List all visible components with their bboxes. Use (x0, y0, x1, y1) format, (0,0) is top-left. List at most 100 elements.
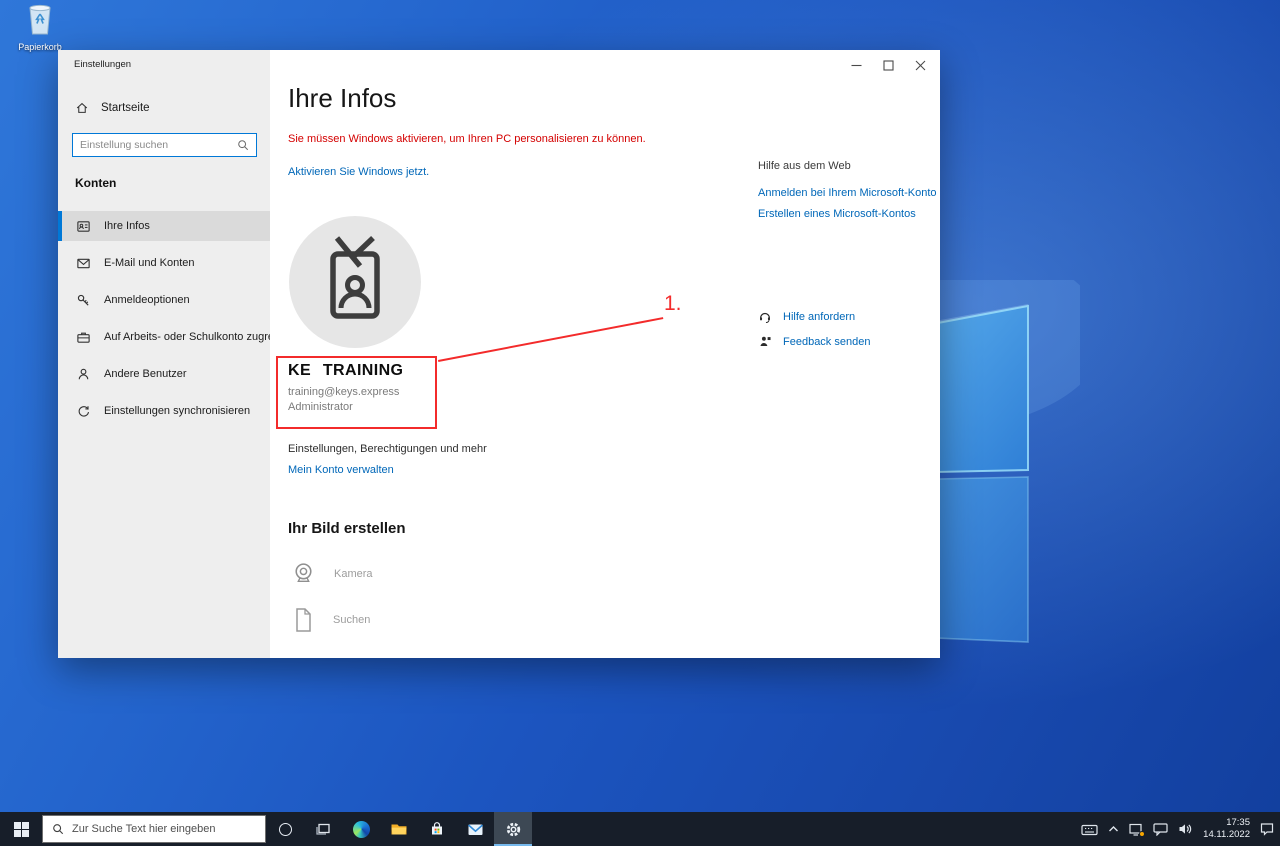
briefcase-icon (76, 330, 91, 345)
volume-button[interactable] (1178, 822, 1193, 836)
browse-file-icon (296, 608, 311, 632)
edge-icon (352, 820, 370, 838)
file-explorer-button[interactable] (380, 812, 418, 846)
cortana-button[interactable] (266, 812, 304, 846)
camera-label: Kamera (334, 567, 373, 580)
cortana-icon (278, 822, 292, 836)
sidebar-item-label: Anmeldeoptionen (104, 294, 190, 306)
clock-time: 17:35 (1226, 816, 1250, 828)
close-button[interactable] (904, 54, 936, 76)
sidebar-item-startseite[interactable]: Startseite (75, 101, 150, 115)
minimize-icon (851, 64, 861, 66)
chevron-up-icon (1109, 826, 1119, 832)
camera-icon (295, 563, 312, 582)
sidebar-item-andere-benutzer[interactable]: Andere Benutzer (58, 359, 270, 389)
desktop: Papierkorb Einstellungen Startseite Eins… (0, 0, 1280, 846)
feedback-icon (758, 335, 772, 348)
activate-windows-link[interactable]: Aktivieren Sie Windows jetzt. (288, 166, 429, 178)
settings-sidebar: Startseite Konten (58, 50, 292, 658)
minimize-button[interactable] (840, 54, 872, 76)
clock-date: 14.11.2022 (1203, 829, 1250, 840)
search-icon (53, 824, 64, 835)
start-button[interactable] (0, 812, 42, 846)
speaker-icon (1179, 824, 1192, 834)
sidebar-item-arbeits-schulkonto[interactable]: Auf Arbeits- oder Schulkonto zugreifen (58, 322, 292, 352)
hidden-icons-button[interactable] (1108, 825, 1119, 833)
sidebar-item-label: Auf Arbeits- oder Schulkonto zugreifen (104, 331, 292, 343)
key-icon (76, 293, 91, 308)
browse-option[interactable]: Suchen (290, 606, 370, 634)
chat-bubble-icon (1153, 823, 1168, 836)
touch-keyboard-icon (1081, 824, 1098, 835)
manage-account-link[interactable]: Mein Konto verwalten (288, 464, 394, 476)
user-icon (76, 367, 91, 382)
task-view-icon (316, 823, 330, 835)
page-title: Ihre Infos (288, 83, 397, 113)
sidebar-item-label: Andere Benutzer (104, 368, 187, 380)
taskbar-spacer (532, 812, 1081, 846)
recycle-bin-desktop-icon[interactable]: Papierkorb (14, 0, 66, 52)
system-tray: 17:35 14.11.2022 (1081, 812, 1280, 846)
settings-content: Ihre Infos Sie müssen Windows aktivieren… (270, 50, 940, 658)
sidebar-item-anmeldeoptionen[interactable]: Anmeldeoptionen (58, 285, 270, 315)
sidebar-home-label: Startseite (101, 102, 150, 114)
create-microsoft-account-link[interactable]: Erstellen eines Microsoft-Kontos (758, 208, 916, 220)
edge-button[interactable] (342, 812, 380, 846)
id-badge-icon (76, 219, 91, 234)
chat-button[interactable] (1153, 822, 1168, 836)
task-view-button[interactable] (304, 812, 342, 846)
sidebar-item-email-und-konten[interactable]: E-Mail und Konten (58, 248, 270, 278)
signin-microsoft-account-link[interactable]: Anmelden bei Ihrem Microsoft-Konto (758, 187, 937, 199)
get-help-label[interactable]: Hilfe anfordern (783, 311, 855, 323)
maximize-button[interactable] (872, 54, 904, 76)
settings-window: Einstellungen Startseite Einstellung suc… (58, 50, 940, 658)
settings-search-box (72, 133, 257, 157)
gear-icon (506, 822, 520, 836)
taskbar: 17:35 14.11.2022 (0, 812, 1280, 846)
sidebar-item-label: Einstellungen synchronisieren (104, 405, 251, 417)
window-title: Einstellungen (74, 59, 132, 70)
help-panel-title: Hilfe aus dem Web (758, 160, 851, 172)
microsoft-store-icon (432, 822, 442, 835)
action-center-button[interactable] (1260, 822, 1274, 836)
settings-permissions-line: Einstellungen, Berechtigungen und mehr (288, 443, 487, 455)
microsoft-store-button[interactable] (418, 812, 456, 846)
window-controls (840, 54, 936, 76)
mail-button[interactable] (456, 812, 494, 846)
annotation-box (276, 356, 437, 429)
settings-search-input[interactable] (73, 139, 237, 151)
camera-option[interactable]: Kamera (290, 560, 373, 587)
picture-section-title: Ihr Bild erstellen (288, 520, 406, 537)
recycle-bin-icon (29, 4, 51, 35)
search-icon (237, 139, 249, 151)
sidebar-item-ihre-infos[interactable]: Ihre Infos (58, 211, 270, 241)
sidebar-item-label: Ihre Infos (104, 220, 150, 232)
get-help-action[interactable]: Hilfe anfordern (758, 310, 855, 324)
taskbar-search-input[interactable] (72, 823, 256, 835)
sidebar-section-title: Konten (75, 176, 117, 190)
id-badge-avatar-icon (330, 236, 380, 319)
sidebar-item-einstellungen-synchronisieren[interactable]: Einstellungen synchronisieren (58, 396, 270, 426)
windows-start-icon (13, 821, 29, 837)
annotation-number: 1. (664, 292, 682, 315)
activation-warning: Sie müssen Windows aktivieren, um Ihren … (288, 133, 646, 145)
notification-app-button[interactable] (1129, 823, 1146, 837)
touch-keyboard-button[interactable] (1081, 822, 1098, 837)
notification-badge (1139, 830, 1146, 837)
file-explorer-icon (391, 824, 407, 835)
close-icon (915, 60, 925, 70)
help-headset-icon (758, 310, 772, 324)
sidebar-item-label: E-Mail und Konten (104, 257, 195, 269)
send-feedback-action[interactable]: Feedback senden (758, 335, 870, 348)
browse-label: Suchen (333, 614, 371, 626)
settings-app-button[interactable] (494, 812, 532, 846)
mail-app-icon (467, 823, 483, 835)
action-center-icon (1260, 823, 1274, 836)
sync-icon (76, 404, 91, 419)
send-feedback-label[interactable]: Feedback senden (783, 336, 870, 348)
taskbar-clock[interactable]: 17:35 14.11.2022 (1203, 817, 1250, 842)
sidebar-nav: Ihre Infos E-Mail und Konten Anmeldeopti… (58, 211, 292, 433)
avatar (289, 216, 421, 348)
taskbar-search-box (42, 815, 266, 843)
maximize-icon (882, 59, 894, 71)
